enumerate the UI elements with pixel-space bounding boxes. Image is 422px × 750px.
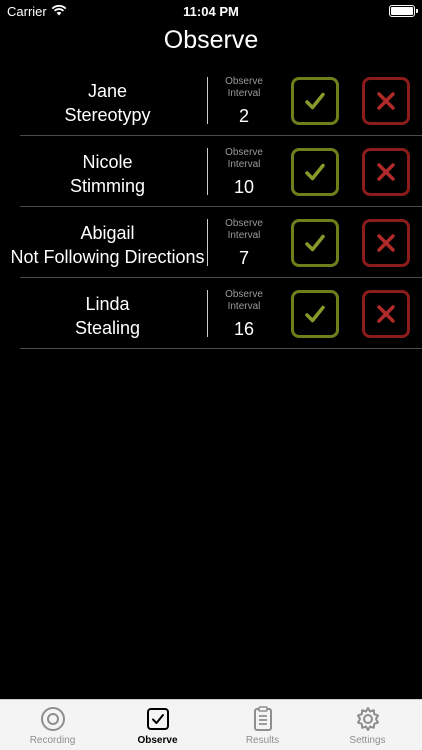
tab-label: Observe — [137, 735, 178, 746]
reject-button[interactable] — [362, 77, 410, 125]
close-icon — [377, 92, 395, 110]
battery-icon — [389, 5, 418, 17]
interval-block: Observe Interval 10 — [214, 147, 274, 198]
client-info: Nicole Stimming — [0, 150, 215, 198]
clipboard-icon — [253, 706, 272, 731]
client-name: Jane — [87, 81, 128, 101]
tab-label: Recording — [29, 735, 76, 746]
tab-recording[interactable]: Recording — [0, 700, 105, 750]
column-divider — [207, 148, 208, 195]
interval-value: 7 — [238, 248, 249, 268]
behavior-name: Not Following Directions — [10, 247, 205, 267]
behavior-name: Stimming — [69, 176, 145, 196]
accept-button[interactable] — [291, 290, 339, 338]
interval-label-line2: Interval — [227, 88, 261, 99]
tab-results[interactable]: Results — [210, 700, 315, 750]
reject-button[interactable] — [362, 290, 410, 338]
interval-label-line1: Observe — [225, 218, 263, 229]
list-item: Nicole Stimming Observe Interval 10 — [0, 136, 422, 207]
list-item: Abigail Not Following Directions Observe… — [0, 207, 422, 278]
interval-block: Observe Interval 7 — [214, 218, 274, 269]
gear-icon — [356, 707, 379, 731]
interval-label-line2: Interval — [227, 301, 261, 312]
row-separator — [20, 348, 422, 349]
accept-button[interactable] — [291, 77, 339, 125]
client-name: Nicole — [82, 152, 133, 172]
client-info: Linda Stealing — [0, 292, 215, 340]
client-info: Jane Stereotypy — [0, 79, 215, 127]
column-divider — [207, 77, 208, 124]
checkmark-icon — [305, 305, 325, 323]
close-icon — [377, 163, 395, 181]
tab-bar: Recording Observe Results Settings — [0, 699, 422, 750]
accept-button[interactable] — [291, 219, 339, 267]
behavior-name: Stereotypy — [64, 105, 151, 125]
interval-label-line2: Interval — [227, 230, 261, 241]
record-icon — [40, 707, 65, 731]
tab-settings[interactable]: Settings — [315, 700, 420, 750]
tab-observe[interactable]: Observe — [105, 700, 210, 750]
checkmark-icon — [305, 92, 325, 110]
interval-label-line2: Interval — [227, 159, 261, 170]
list-item: Linda Stealing Observe Interval 16 — [0, 278, 422, 349]
client-name: Abigail — [80, 223, 135, 243]
clock: 11:04 PM — [183, 4, 239, 19]
list-item: Jane Stereotypy Observe Interval 2 — [0, 65, 422, 136]
accept-button[interactable] — [291, 148, 339, 196]
interval-label-line1: Observe — [225, 147, 263, 158]
status-bar: Carrier 11:04 PM — [0, 0, 422, 22]
tab-label: Results — [245, 735, 280, 746]
behavior-name: Stealing — [74, 318, 141, 338]
interval-value: 2 — [238, 106, 249, 126]
column-divider — [207, 290, 208, 337]
interval-label-line1: Observe — [225, 76, 263, 87]
checkmark-icon — [305, 163, 325, 181]
column-divider — [207, 219, 208, 266]
client-info: Abigail Not Following Directions — [0, 221, 215, 269]
interval-value: 16 — [233, 319, 255, 339]
reject-button[interactable] — [362, 219, 410, 267]
interval-block: Observe Interval 16 — [214, 289, 274, 340]
client-name: Linda — [85, 294, 130, 314]
checkmark-icon — [305, 234, 325, 252]
tab-label: Settings — [349, 735, 386, 746]
checkbox-icon — [146, 708, 169, 730]
close-icon — [377, 234, 395, 252]
interval-block: Observe Interval 2 — [214, 76, 274, 127]
observation-list: Jane Stereotypy Observe Interval 2 Nicol… — [0, 65, 422, 349]
reject-button[interactable] — [362, 148, 410, 196]
page-title: Observe — [163, 26, 259, 54]
interval-label-line1: Observe — [225, 289, 263, 300]
close-icon — [377, 305, 395, 323]
interval-value: 10 — [233, 177, 255, 197]
